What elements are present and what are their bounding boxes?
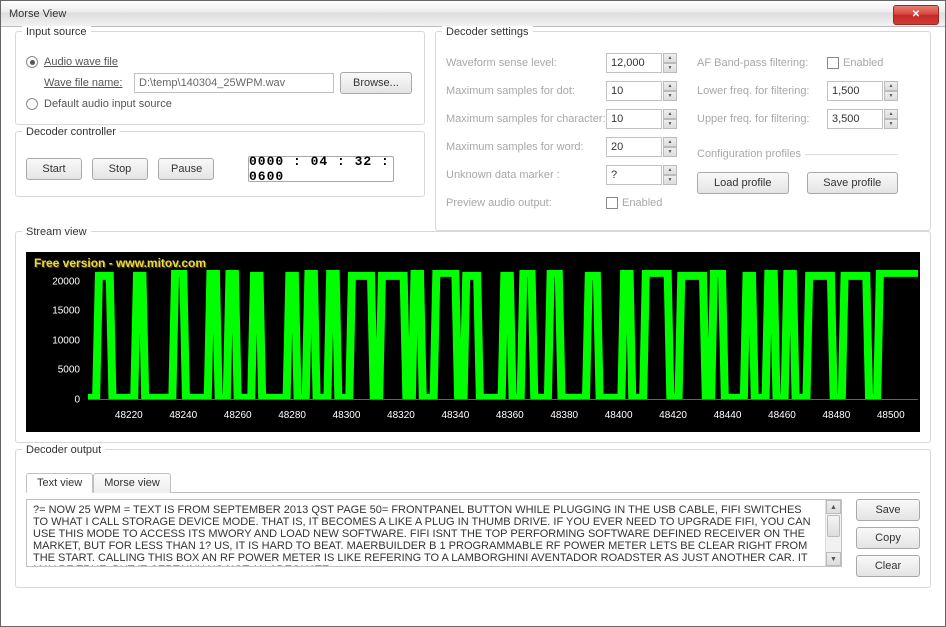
preview-label: Preview audio output: — [446, 197, 606, 209]
upper-spinner[interactable]: ▲▼ — [884, 109, 898, 129]
af-checkbox[interactable] — [827, 57, 839, 69]
output-copy-button[interactable]: Copy — [856, 527, 920, 549]
save-profile-button[interactable]: Save profile — [807, 172, 899, 194]
controller-legend: Decoder controller — [22, 126, 120, 138]
waveform-chart: Free version - www.mitov.com 05000100001… — [26, 252, 920, 432]
af-enabled-text: Enabled — [843, 57, 883, 69]
word-spinner[interactable]: ▲▼ — [663, 137, 677, 157]
output-save-button[interactable]: Save — [856, 499, 920, 521]
lower-label: Lower freq. for filtering: — [697, 85, 827, 97]
dot-spinner[interactable]: ▲▼ — [663, 81, 677, 101]
char-spinner[interactable]: ▲▼ — [663, 109, 677, 129]
stop-button[interactable]: Stop — [92, 158, 148, 180]
close-button[interactable]: ✕ — [893, 5, 939, 25]
word-label: Maximum samples for word: — [446, 141, 606, 153]
sense-label: Waveform sense level: — [446, 57, 606, 69]
scroll-down-icon[interactable]: ▼ — [826, 552, 841, 566]
sense-input[interactable] — [606, 53, 662, 73]
scroll-thumb[interactable] — [827, 515, 840, 537]
decoder-legend: Decoder settings — [442, 26, 533, 38]
marker-input[interactable] — [606, 165, 662, 185]
output-text-content: ?= NOW 25 WPM = TEXT IS FROM SEPTEMBER 2… — [33, 504, 835, 567]
input-source-legend: Input source — [22, 26, 91, 38]
window-title: Morse View — [9, 8, 66, 20]
lower-spinner[interactable]: ▲▼ — [884, 81, 898, 101]
dot-label: Maximum samples for dot: — [446, 85, 606, 97]
radio-default-audio-label: Default audio input source — [44, 98, 172, 110]
marker-spinner[interactable]: ▲▼ — [663, 165, 677, 185]
preview-checkbox[interactable] — [606, 197, 618, 209]
af-label: AF Band-pass filtering: — [697, 57, 827, 69]
preview-enabled-text: Enabled — [622, 197, 662, 209]
watermark-text: Free version - www.mitov.com — [34, 256, 206, 270]
word-input[interactable] — [606, 137, 662, 157]
tab-morse-view[interactable]: Morse view — [93, 473, 171, 493]
output-clear-button[interactable]: Clear — [856, 555, 920, 577]
pause-button[interactable]: Pause — [158, 158, 214, 180]
upper-input[interactable] — [827, 109, 883, 129]
browse-button[interactable]: Browse... — [340, 72, 412, 94]
radio-default-audio[interactable] — [26, 98, 38, 110]
start-button[interactable]: Start — [26, 158, 82, 180]
wave-file-input[interactable] — [134, 73, 334, 93]
profiles-label: Configuration profiles — [697, 148, 801, 160]
marker-label: Unknown data marker : — [446, 169, 606, 181]
time-counter: 0000 : 04 : 32 : 0600 — [248, 156, 394, 182]
dot-input[interactable] — [606, 81, 662, 101]
stream-legend: Stream view — [22, 226, 91, 238]
sense-spinner[interactable]: ▲▼ — [663, 53, 677, 73]
scrollbar[interactable]: ▲ ▼ — [825, 500, 841, 566]
scroll-up-icon[interactable]: ▲ — [826, 500, 841, 514]
output-textarea[interactable]: ?= NOW 25 WPM = TEXT IS FROM SEPTEMBER 2… — [26, 499, 842, 567]
output-legend: Decoder output — [22, 444, 105, 456]
upper-label: Upper freq. for filtering: — [697, 113, 827, 125]
char-input[interactable] — [606, 109, 662, 129]
wave-file-label: Wave file name: — [44, 77, 128, 89]
lower-input[interactable] — [827, 81, 883, 101]
tab-text-view[interactable]: Text view — [26, 473, 93, 493]
radio-audio-wave-label: Audio wave file — [44, 56, 118, 68]
load-profile-button[interactable]: Load profile — [697, 172, 789, 194]
radio-audio-wave[interactable] — [26, 56, 38, 68]
char-label: Maximum samples for character: — [446, 113, 606, 125]
